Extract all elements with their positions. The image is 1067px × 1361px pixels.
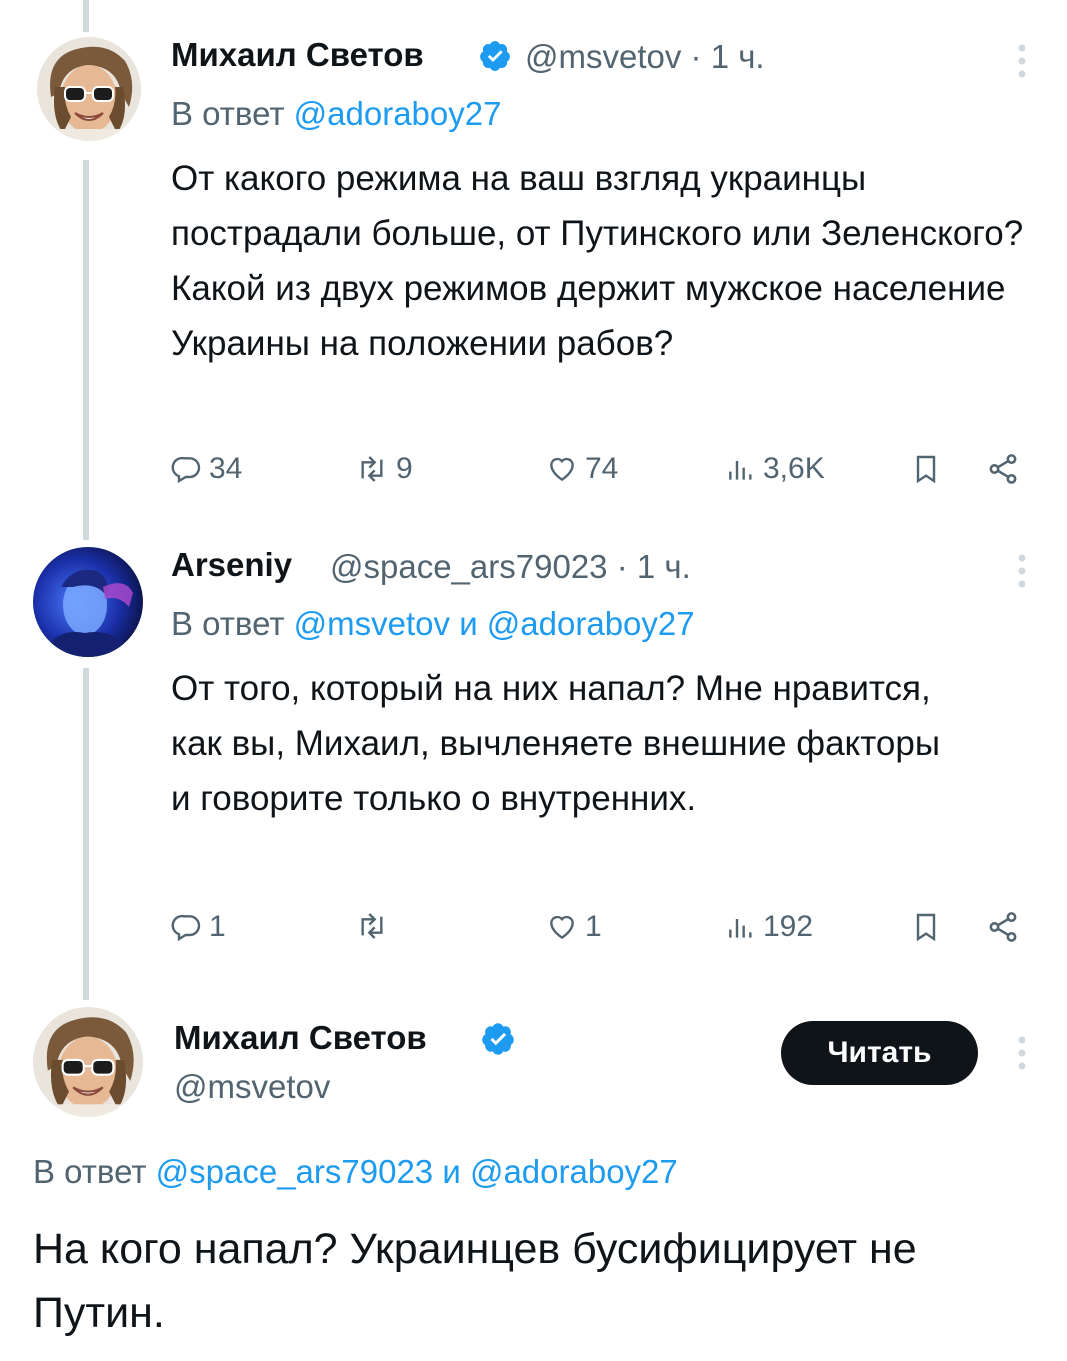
- like-button[interactable]: 74: [545, 452, 618, 486]
- views-icon: [729, 461, 752, 480]
- verified-badge-icon: [478, 39, 512, 78]
- mention-link[interactable]: @adoraboy27: [294, 95, 502, 132]
- thread-line: [83, 160, 89, 540]
- tweet-text: На кого напал? Украинцев бусифицирует не…: [33, 1225, 917, 1337]
- mention-conjunction: и: [442, 1153, 461, 1190]
- retweet-button[interactable]: [354, 910, 396, 942]
- mention-link[interactable]: @space_ars79023: [156, 1153, 434, 1190]
- like-count: 74: [585, 452, 619, 485]
- reply-context: В ответ @msvetov и @adoraboy27: [171, 605, 695, 643]
- reply-button[interactable]: 34: [171, 452, 242, 486]
- author-name[interactable]: Михаил Светов: [171, 36, 424, 74]
- more-options-icon[interactable]: [1012, 42, 1032, 87]
- views-button[interactable]: 192: [725, 910, 813, 944]
- retweet-icon: [361, 456, 383, 482]
- tweet-text: От того, который на них напал? Мне нрави…: [171, 669, 940, 818]
- view-count: 192: [763, 910, 814, 943]
- view-count: 3,6K: [763, 452, 825, 485]
- reply-button[interactable]: 1: [171, 910, 226, 944]
- more-options-icon[interactable]: [1012, 1034, 1032, 1079]
- mention-conjunction: и: [459, 605, 478, 642]
- timestamp[interactable]: · 1 ч.: [617, 548, 691, 585]
- like-count: 1: [585, 910, 602, 943]
- follow-button[interactable]: Читать: [781, 1021, 978, 1085]
- reply-prefix: В ответ: [171, 95, 285, 132]
- avatar[interactable]: [33, 547, 143, 657]
- bookmark-icon[interactable]: [910, 910, 942, 944]
- retweet-icon: [361, 913, 383, 939]
- timestamp[interactable]: · 1 ч.: [691, 38, 765, 75]
- views-button[interactable]: 3,6K: [725, 452, 825, 486]
- reply-count: 1: [209, 910, 226, 943]
- avatar[interactable]: [37, 37, 141, 141]
- reply-icon: [171, 456, 201, 484]
- more-options-icon[interactable]: [1012, 552, 1032, 597]
- user-handle[interactable]: @msvetov: [174, 1068, 330, 1106]
- user-handle[interactable]: @space_ars79023: [330, 548, 608, 585]
- tweet-meta: @space_ars79023 · 1 ч.: [330, 548, 691, 586]
- tweet-text: От какого режима на ваш взгляд украинцы …: [171, 159, 1024, 363]
- retweet-count: 9: [396, 452, 413, 485]
- views-icon: [729, 919, 752, 938]
- author-name[interactable]: Arseniy: [171, 546, 292, 584]
- thread-line: [83, 0, 89, 32]
- reply-context: В ответ @space_ars79023 и @adoraboy27: [33, 1153, 678, 1191]
- user-handle[interactable]: @msvetov: [525, 38, 681, 75]
- reply-count: 34: [209, 452, 243, 485]
- reply-prefix: В ответ: [171, 605, 285, 642]
- share-icon[interactable]: [985, 452, 1021, 486]
- verified-badge-icon: [480, 1021, 516, 1062]
- like-icon: [550, 457, 574, 482]
- like-button[interactable]: 1: [545, 910, 602, 944]
- share-icon[interactable]: [985, 910, 1021, 944]
- mention-link[interactable]: @adoraboy27: [487, 605, 695, 642]
- bookmark-icon[interactable]: [910, 452, 942, 486]
- tweet-meta: @msvetov · 1 ч.: [525, 38, 765, 76]
- like-icon: [550, 915, 574, 940]
- retweet-button[interactable]: 9: [354, 452, 413, 486]
- mention-link[interactable]: @adoraboy27: [470, 1153, 678, 1190]
- mention-link[interactable]: @msvetov: [294, 605, 450, 642]
- reply-icon: [171, 914, 201, 942]
- reply-prefix: В ответ: [33, 1153, 147, 1190]
- reply-context: В ответ @adoraboy27: [171, 95, 501, 133]
- author-name[interactable]: Михаил Светов: [174, 1019, 427, 1057]
- avatar[interactable]: [33, 1007, 143, 1117]
- thread-line: [83, 668, 89, 1000]
